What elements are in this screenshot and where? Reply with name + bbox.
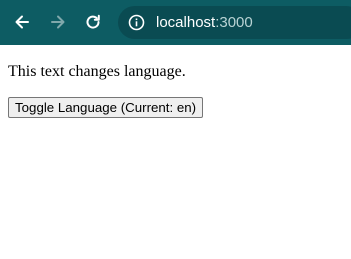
address-host: localhost	[156, 14, 216, 31]
reload-icon[interactable]	[83, 12, 103, 32]
address-bar[interactable]: localhost:3000	[118, 6, 351, 39]
address-url[interactable]: localhost:3000	[156, 13, 253, 32]
browser-toolbar: localhost:3000	[0, 0, 351, 45]
back-arrow-icon[interactable]	[12, 12, 32, 32]
site-info-icon[interactable]	[128, 14, 145, 31]
forward-arrow-icon[interactable]	[48, 12, 68, 32]
language-paragraph: This text changes language.	[8, 63, 186, 80]
address-port: :3000	[215, 14, 253, 31]
toggle-language-button[interactable]: Toggle Language (Current: en)	[8, 97, 204, 118]
